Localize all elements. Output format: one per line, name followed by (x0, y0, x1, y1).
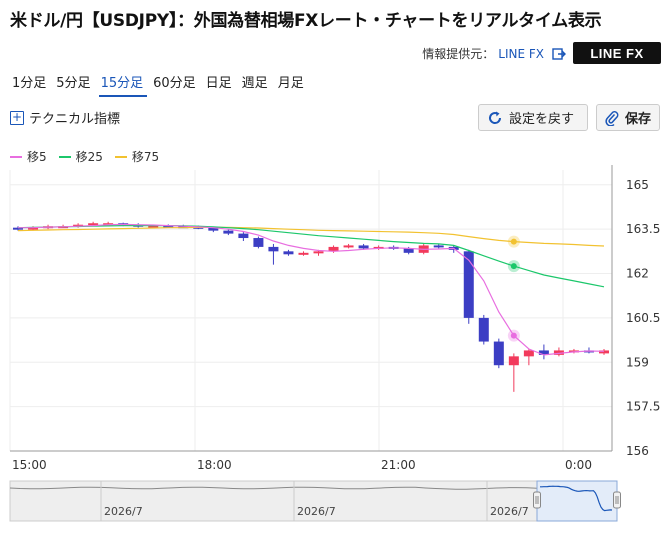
candle[interactable] (253, 238, 264, 247)
navigator-date-label: 2026/7 (297, 505, 336, 518)
navigator-handle[interactable] (533, 491, 541, 509)
candle[interactable] (283, 251, 294, 255)
x-tick-label: 18:00 (197, 458, 232, 472)
x-tick-label: 15:00 (12, 458, 47, 472)
candle[interactable] (493, 341, 504, 366)
y-tick-label: 157.5 (626, 400, 660, 414)
y-tick-label: 163.5 (626, 222, 660, 236)
y-tick-label: 160.5 (626, 311, 660, 325)
candle[interactable] (238, 233, 249, 239)
candle[interactable] (313, 251, 324, 254)
candle[interactable] (343, 245, 354, 248)
candle[interactable] (433, 245, 444, 248)
ma5-marker (510, 332, 517, 339)
y-tick-label: 156 (626, 444, 649, 458)
navigator-date-label: 2026/7 (490, 505, 529, 518)
candle[interactable] (358, 245, 369, 249)
candle[interactable] (508, 356, 519, 366)
candle[interactable] (298, 252, 309, 255)
ma75-marker (510, 238, 517, 245)
navigator-handle[interactable] (613, 491, 621, 509)
candle[interactable] (223, 230, 234, 234)
x-tick-label: 21:00 (381, 458, 416, 472)
navigator-date-label: 2026/7 (104, 505, 143, 518)
y-tick-label: 165 (626, 178, 649, 192)
y-tick-label: 162 (626, 267, 649, 281)
candle[interactable] (523, 350, 534, 357)
y-tick-label: 159 (626, 355, 649, 369)
candle[interactable] (268, 246, 279, 252)
price-chart[interactable]: 165 163.5 162 160.5 159 157.5 156 15:00 18:00 21:… (0, 0, 670, 533)
ma25-line (17, 225, 605, 288)
candle[interactable] (478, 317, 489, 342)
ma25-marker (510, 263, 517, 270)
candle[interactable] (463, 251, 474, 318)
x-tick-label: 0:00 (565, 458, 592, 472)
